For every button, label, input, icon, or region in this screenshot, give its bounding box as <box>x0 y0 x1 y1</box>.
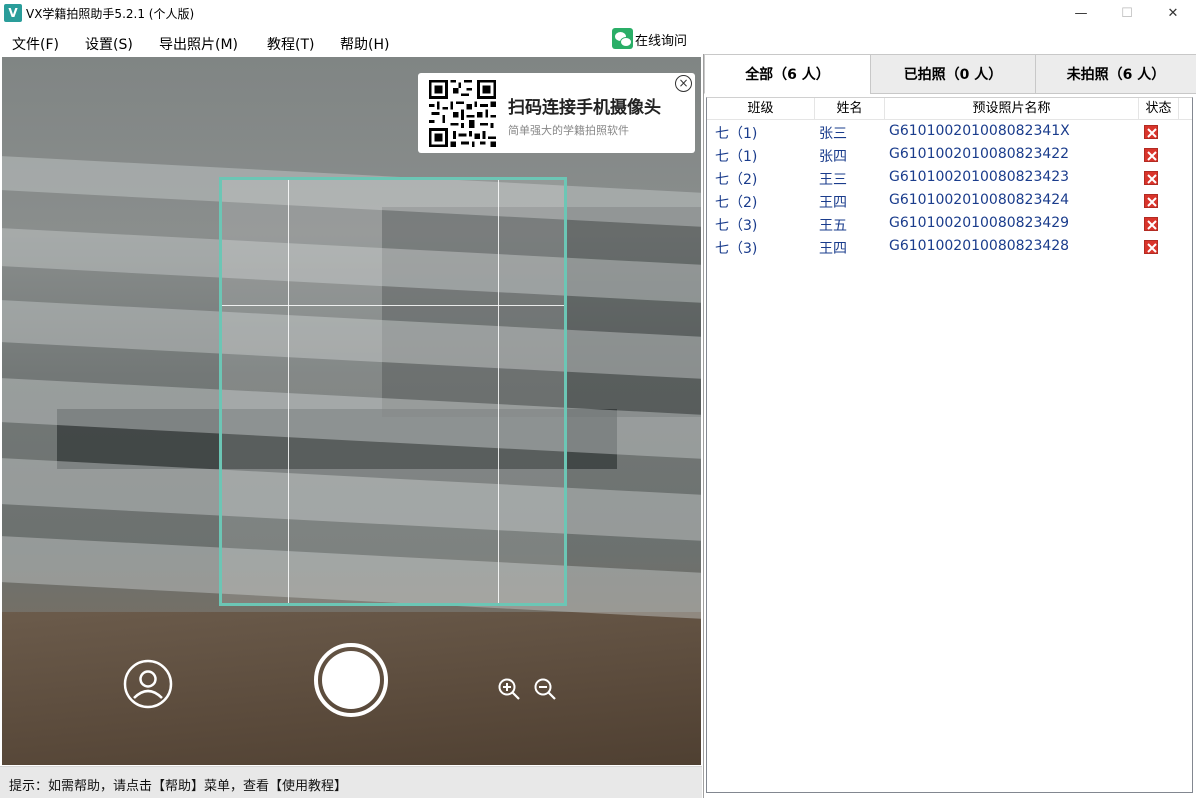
row-class: 七（1) <box>715 149 758 165</box>
status-bar: 提示：如需帮助，请点击【帮助】菜单，查看【使用教程】 <box>0 766 702 798</box>
qr-code-image <box>429 80 496 147</box>
student-list-panel: 全部（6 人） 已拍照（0 人） 未拍照（6 人） 班级 姓名 预设照片名称 状… <box>703 54 1196 798</box>
red-x-icon <box>1144 240 1158 254</box>
column-header-status[interactable]: 状态 <box>1139 98 1179 120</box>
user-avatar-button[interactable] <box>123 659 173 709</box>
table-row[interactable]: 七（2) 王四 G6101002010080823424 <box>707 190 1192 213</box>
red-x-icon <box>1144 217 1158 231</box>
close-button[interactable]: ✕ <box>1150 0 1196 27</box>
row-class: 七（1) <box>715 126 758 142</box>
red-x-icon <box>1144 148 1158 162</box>
table-header: 班级 姓名 预设照片名称 状态 <box>707 98 1192 120</box>
zoom-in-button[interactable] <box>497 677 521 701</box>
row-photo-name: G6101002010080823428 <box>889 238 1070 254</box>
qr-card-subtitle: 简单强大的学籍拍照软件 <box>508 124 629 137</box>
menu-file[interactable]: 文件(F) <box>12 34 59 54</box>
window-title: VX学籍拍照助手5.2.1 (个人版) <box>26 7 195 21</box>
table-row[interactable]: 七（1) 张四 G6101002010080823422 <box>707 144 1192 167</box>
column-header-photo-name[interactable]: 预设照片名称 <box>885 98 1139 120</box>
guide-line-vertical <box>288 180 289 603</box>
wechat-icon <box>612 28 633 49</box>
zoom-in-icon <box>498 678 520 700</box>
menu-help[interactable]: 帮助(H) <box>340 34 389 54</box>
zoom-out-icon <box>534 678 556 700</box>
tab-photographed[interactable]: 已拍照（0 人） <box>870 54 1036 94</box>
user-avatar-icon <box>123 659 173 709</box>
row-name: 王五 <box>819 218 847 234</box>
status-hint-text: 提示：如需帮助，请点击【帮助】菜单，查看【使用教程】 <box>9 779 348 794</box>
row-name: 张三 <box>819 126 847 142</box>
row-photo-name: G6101002010080823424 <box>889 192 1070 208</box>
online-inquiry-label: 在线询问 <box>635 34 688 49</box>
guide-line-horizontal <box>222 305 564 306</box>
menu-bar: 文件(F) 设置(S) 导出照片(M) 教程(T) 帮助(H) 在线询问 <box>0 27 1196 56</box>
row-photo-name: G610100201008082341X <box>889 123 1070 139</box>
red-x-icon <box>1144 171 1158 185</box>
row-name: 张四 <box>819 149 847 165</box>
guide-line-vertical <box>498 180 499 603</box>
column-header-class[interactable]: 班级 <box>707 98 815 120</box>
column-header-name[interactable]: 姓名 <box>815 98 885 120</box>
row-photo-name: G6101002010080823429 <box>889 215 1070 231</box>
camera-preview[interactable]: 扫码连接手机摄像头 简单强大的学籍拍照软件 × <box>2 57 701 765</box>
table-row[interactable]: 七（3) 王四 G6101002010080823428 <box>707 236 1192 259</box>
table-row[interactable]: 七（2) 王三 G6101002010080823423 <box>707 167 1192 190</box>
red-x-icon <box>1144 125 1158 139</box>
qr-card-title: 扫码连接手机摄像头 <box>508 98 661 118</box>
tab-not-photographed[interactable]: 未拍照（6 人） <box>1035 54 1196 94</box>
shutter-icon <box>314 643 388 717</box>
menu-settings[interactable]: 设置(S) <box>85 34 133 54</box>
shutter-button[interactable] <box>313 642 389 718</box>
student-table: 班级 姓名 预设照片名称 状态 七（1) 张三 G610100201008082… <box>706 97 1193 793</box>
table-row[interactable]: 七（1) 张三 G610100201008082341X <box>707 121 1192 144</box>
minimize-button[interactable]: — <box>1058 0 1104 27</box>
table-row[interactable]: 七（3) 王五 G6101002010080823429 <box>707 213 1192 236</box>
row-class: 七（3) <box>715 241 758 257</box>
menu-export-photos[interactable]: 导出照片(M) <box>159 34 238 54</box>
row-photo-name: G6101002010080823422 <box>889 146 1070 162</box>
app-logo-icon: V <box>4 4 22 22</box>
red-x-icon <box>1144 194 1158 208</box>
photo-guide-frame <box>219 177 567 606</box>
qr-card-close-button[interactable]: × <box>675 75 692 92</box>
maximize-button[interactable]: ☐ <box>1104 0 1150 27</box>
qr-connect-card: 扫码连接手机摄像头 简单强大的学籍拍照软件 × <box>418 73 695 153</box>
row-class: 七（3) <box>715 218 758 234</box>
row-photo-name: G6101002010080823423 <box>889 169 1070 185</box>
row-class: 七（2) <box>715 195 758 211</box>
row-class: 七（2) <box>715 172 758 188</box>
title-bar: V VX学籍拍照助手5.2.1 (个人版) — ☐ ✕ <box>0 0 1196 27</box>
menu-tutorial[interactable]: 教程(T) <box>267 34 314 54</box>
row-name: 王四 <box>819 241 847 257</box>
zoom-out-button[interactable] <box>533 677 557 701</box>
row-name: 王三 <box>819 172 847 188</box>
row-name: 王四 <box>819 195 847 211</box>
tab-all[interactable]: 全部（6 人） <box>704 54 871 94</box>
